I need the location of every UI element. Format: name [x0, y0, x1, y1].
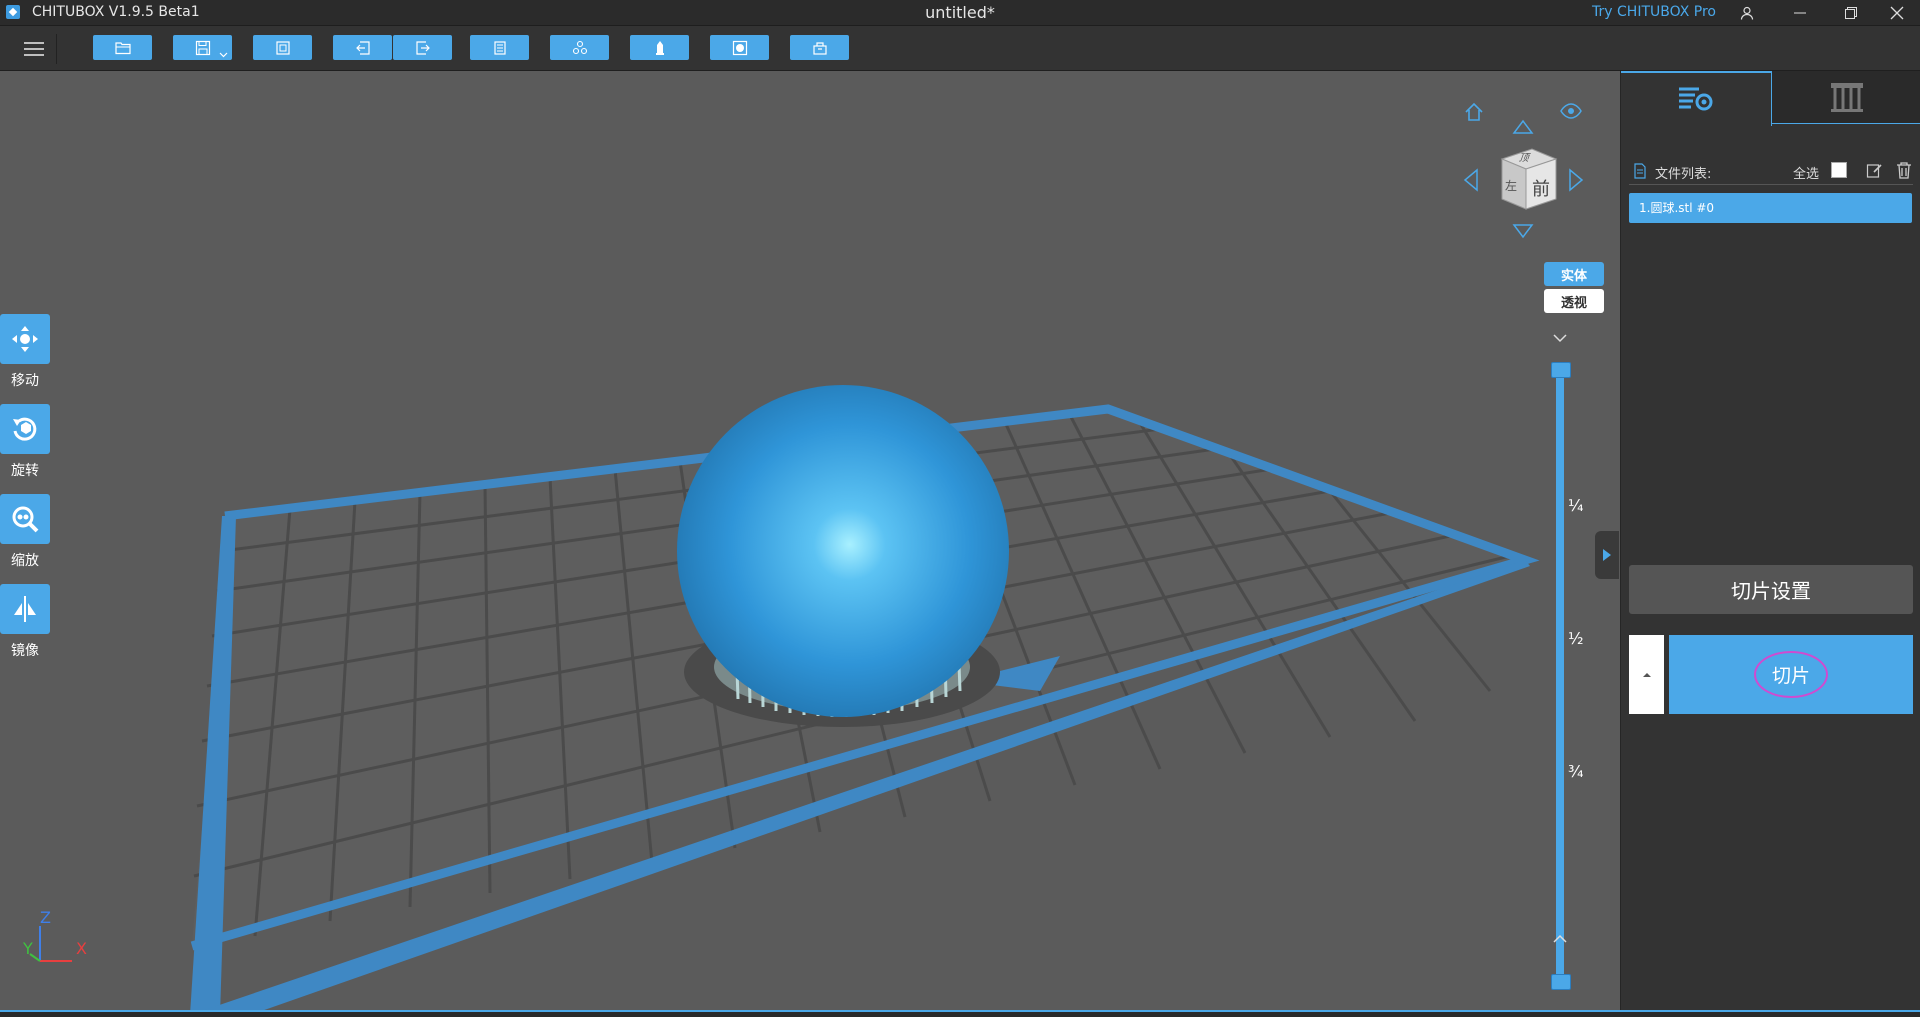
file-list-label: 文件列表:: [1655, 167, 1712, 182]
tray-icon: [812, 41, 827, 55]
scale-icon: [0, 494, 50, 544]
try-pro-link[interactable]: Try CHITUBOX Pro: [1592, 4, 1716, 20]
rotate-right-icon[interactable]: [1568, 168, 1584, 192]
open-file-button[interactable]: [93, 35, 152, 60]
axis-x-label: X: [76, 939, 87, 958]
rotate-label: 旋转: [11, 463, 39, 479]
select-all-checkbox[interactable]: [1831, 162, 1847, 178]
list-gear-icon: [1679, 87, 1713, 110]
mirror-label: 镜像: [11, 643, 39, 659]
slider-down-chevron-icon[interactable]: [1553, 934, 1567, 944]
app-logo-icon: [6, 5, 20, 19]
right-panel: 文件列表: 全选 1.圆球.stl #0 切片设置 切片: [1620, 71, 1920, 1015]
hamburger-menu-button[interactable]: [12, 34, 57, 64]
rotate-down-icon[interactable]: [1512, 223, 1534, 239]
view-cube[interactable]: 顶 左 前: [1490, 147, 1560, 217]
slice-label: 切片: [1753, 651, 1828, 698]
undo-icon: [355, 40, 370, 55]
edit-icon[interactable]: [1866, 162, 1883, 179]
slider-mark-three-quarters: ¾: [1568, 762, 1584, 781]
caret-up-icon: [1642, 672, 1651, 677]
axis-indicator: [29, 926, 72, 962]
layer-slider-track[interactable]: [1556, 370, 1564, 982]
view-cube-front-label: 前: [1532, 179, 1550, 200]
tray-button[interactable]: [790, 35, 849, 60]
solid-view-button[interactable]: 实体: [1544, 262, 1604, 286]
undo-button[interactable]: [333, 35, 392, 60]
account-button[interactable]: [1724, 0, 1770, 25]
rotate-left-icon[interactable]: [1463, 168, 1479, 192]
support-icon: [655, 40, 664, 55]
status-strip: [0, 1010, 1920, 1017]
save-icon: [195, 40, 210, 55]
minimize-icon: [1794, 12, 1806, 13]
save-button[interactable]: [173, 35, 232, 60]
layer-slider-top-handle[interactable]: [1551, 362, 1571, 378]
slice-options-toggle[interactable]: [1629, 635, 1664, 714]
copy-button[interactable]: [470, 35, 529, 60]
select-all-label: 全选: [1793, 167, 1820, 182]
layer-slider-bottom-handle[interactable]: [1551, 974, 1571, 990]
hollow-button[interactable]: [710, 35, 769, 60]
home-view-icon[interactable]: [1463, 101, 1485, 123]
file-list-item[interactable]: 1.圆球.stl #0: [1629, 193, 1912, 223]
redo-icon: [415, 40, 430, 55]
rotate-up-icon[interactable]: [1512, 119, 1534, 135]
hamburger-icon: [24, 42, 44, 56]
slice-button[interactable]: 切片: [1669, 635, 1913, 714]
support-pillars-icon: [1830, 83, 1863, 112]
file-list-divider: [1629, 184, 1913, 185]
copy-icon: [493, 40, 506, 55]
title-bar: CHITUBOX V1.9.5 Beta1 untitled* Try CHIT…: [0, 0, 1920, 26]
open-file-icon: [114, 41, 131, 54]
save-dropdown-icon[interactable]: [219, 52, 228, 58]
mirror-icon: [0, 584, 50, 634]
rotate-icon: [0, 404, 50, 454]
scene[interactable]: Z Y X: [0, 71, 1619, 1015]
slice-settings-button[interactable]: 切片设置: [1629, 565, 1913, 614]
move-tool[interactable]: 移动: [0, 314, 50, 390]
scale-tool[interactable]: 缩放: [0, 494, 50, 570]
minimize-button[interactable]: [1777, 0, 1823, 25]
eye-icon[interactable]: [1560, 103, 1582, 119]
support-button[interactable]: [630, 35, 689, 60]
perspective-view-button[interactable]: 透视: [1544, 289, 1604, 313]
multi-object-icon: [572, 40, 587, 54]
move-icon: [0, 314, 50, 364]
slider-mark-quarter: ¼: [1568, 496, 1584, 515]
panel-collapse-button[interactable]: [1595, 531, 1619, 579]
scale-label: 缩放: [11, 553, 39, 569]
file-list-header: 文件列表: 全选: [1633, 161, 1913, 183]
mirror-tool[interactable]: 镜像: [0, 584, 50, 660]
screenshot-icon: [275, 40, 290, 55]
3d-viewport[interactable]: Z Y X 移动 旋转 缩放 镜像 顶 左 前 实体 透视 ¼ ½ ¾: [0, 71, 1619, 1015]
axis-z-label: Z: [40, 908, 51, 927]
redo-button[interactable]: [393, 35, 452, 60]
screenshot-button[interactable]: [253, 35, 312, 60]
move-label: 移动: [11, 373, 39, 389]
tab-supports[interactable]: [1772, 71, 1920, 124]
main-toolbar: [0, 26, 1920, 71]
trash-icon[interactable]: [1896, 161, 1912, 179]
hollow-icon: [732, 40, 747, 55]
close-button[interactable]: [1874, 0, 1920, 25]
restore-icon: [1845, 6, 1857, 19]
slider-up-chevron-icon[interactable]: [1553, 333, 1567, 343]
axis-y-label: Y: [22, 939, 33, 958]
close-icon: [1890, 6, 1904, 19]
sphere-model[interactable]: [677, 385, 1009, 717]
slider-mark-half: ½: [1568, 629, 1584, 648]
file-icon: [1634, 163, 1646, 179]
app-title: CHITUBOX V1.9.5 Beta1: [32, 4, 200, 20]
restore-button[interactable]: [1828, 0, 1874, 25]
tab-file-settings[interactable]: [1621, 71, 1772, 126]
rotate-tool[interactable]: 旋转: [0, 404, 50, 480]
multi-object-button[interactable]: [550, 35, 609, 60]
view-cube-side-label: 左: [1505, 179, 1518, 193]
user-icon: [1740, 6, 1754, 20]
triangle-right-icon: [1603, 549, 1611, 561]
